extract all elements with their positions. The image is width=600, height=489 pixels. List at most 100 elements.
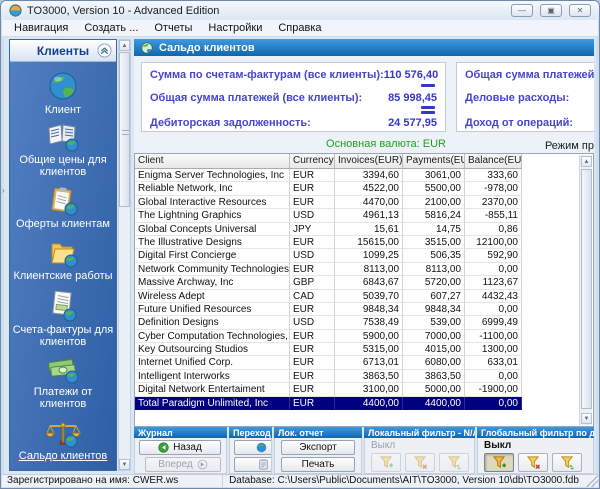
- scroll-up-icon[interactable]: ▲: [119, 40, 130, 51]
- sidebar-item-invoices[interactable]: Счета-фактуры для клиентов: [12, 290, 114, 348]
- table-row[interactable]: The Illustrative DesignsEUR15615,003515,…: [135, 236, 593, 249]
- app-icon: [9, 4, 22, 17]
- sidebar-item-label: Клиентские работы: [13, 270, 112, 282]
- export-button[interactable]: Экспорт: [281, 440, 355, 455]
- table-row[interactable]: Total Paradigm Unlimited, IncEUR4400,004…: [135, 397, 593, 410]
- collapse-chevron-icon[interactable]: [97, 43, 112, 58]
- table-row[interactable]: Massive Archway, IncGBP6843,675720,00112…: [135, 276, 593, 289]
- print-button-label: Печать: [302, 459, 335, 470]
- table-vertical-scrollbar[interactable]: ▲ ▼: [579, 155, 592, 425]
- menu-create[interactable]: Создать ...: [76, 21, 146, 35]
- sidebar-item-client-jobs[interactable]: Клиентские работы: [12, 238, 114, 282]
- sidebar-item-label: Общие цены для клиентов: [12, 154, 114, 178]
- local-filter-group: Локальный фильтр - N/A Выкл: [364, 427, 475, 474]
- summary-value: 85 998,45: [388, 92, 437, 104]
- table-cell: 4961,13: [335, 209, 403, 222]
- resize-grip[interactable]: [585, 475, 598, 487]
- jump-project-button[interactable]: П: [234, 457, 272, 472]
- table-cell: Total Paradigm Unlimited, Inc: [135, 397, 290, 410]
- table-row[interactable]: Intelligent InterworksEUR3863,503863,500…: [135, 370, 593, 383]
- table-row[interactable]: The Lightning GraphicsUSD4961,135816,24-…: [135, 209, 593, 222]
- scroll-up-icon[interactable]: ▲: [581, 156, 592, 167]
- column-header-currency[interactable]: Currency: [290, 154, 335, 169]
- column-header-balance[interactable]: Balance(EUR): [465, 154, 522, 169]
- table-row[interactable]: Network Community TechnologiesEUR8113,00…: [135, 263, 593, 276]
- table-row[interactable]: Internet Unified Corp.EUR6713,016080,006…: [135, 356, 593, 369]
- table-row[interactable]: Enigma Server Technologies, IncEUR3394,6…: [135, 169, 593, 182]
- close-icon[interactable]: ✕: [569, 4, 591, 17]
- table-cell: Wireless Adept: [135, 290, 290, 303]
- table-cell: Intelligent Interworks: [135, 370, 290, 383]
- table-cell: 4015,00: [403, 343, 465, 356]
- page-title: Сальдо клиентов: [159, 42, 255, 54]
- filter-clear-button[interactable]: [405, 453, 435, 472]
- minimize-icon[interactable]: —: [511, 4, 533, 17]
- filter-add-button[interactable]: [371, 453, 401, 472]
- menu-navigation[interactable]: Навигация: [6, 21, 76, 35]
- sidebar-scrollbar[interactable]: ▲ ▼: [118, 39, 131, 471]
- table-cell: Global Interactive Resources: [135, 196, 290, 209]
- table-cell: EUR: [290, 303, 335, 316]
- global-filter-state: Выкл: [484, 440, 511, 451]
- local-filter-group-title: Локальный фильтр - N/A: [364, 427, 475, 438]
- scroll-down-icon[interactable]: ▼: [581, 413, 592, 424]
- database-path: Database: C:\Users\Public\Documents\AIT\…: [223, 475, 585, 487]
- table-cell: -855,11: [465, 209, 522, 222]
- table-cell: 4432,43: [465, 290, 522, 303]
- scrollbar-thumb[interactable]: [581, 169, 592, 409]
- table-row[interactable]: Future Unified ResourcesEUR9848,349848,3…: [135, 303, 593, 316]
- table-row[interactable]: Digital First ConciergeUSD1099,25506,355…: [135, 249, 593, 262]
- sidebar-header: Клиенты: [10, 40, 116, 62]
- filter-add-button[interactable]: [484, 453, 514, 472]
- sidebar-item-offers[interactable]: Оферты клиентам: [12, 186, 114, 230]
- table-row[interactable]: Reliable Network, IncEUR4522,005500,00-9…: [135, 182, 593, 195]
- scroll-down-icon[interactable]: ▼: [119, 459, 130, 470]
- sidebar-item-payments[interactable]: Платежи от клиентов: [12, 356, 114, 410]
- table-row[interactable]: Digital Network EntertaimentEUR3100,0050…: [135, 383, 593, 396]
- sidebar-item-label: Сальдо клиентов: [19, 450, 108, 462]
- print-button[interactable]: Печать: [281, 457, 355, 472]
- sidebar-item-label: Платежи от клиентов: [12, 386, 114, 410]
- filter-clear-button[interactable]: [518, 453, 548, 472]
- filter-refresh-button[interactable]: [552, 453, 582, 472]
- sidebar-header-label: Клиенты: [37, 44, 89, 58]
- jump-client-button[interactable]: Кл: [234, 440, 272, 455]
- table-cell: 592,90: [465, 249, 522, 262]
- table-cell: Digital First Concierge: [135, 249, 290, 262]
- table-cell: Key Outsourcing Studios: [135, 343, 290, 356]
- splitter-arrow-icon[interactable]: ›: [2, 186, 5, 195]
- table-cell: Digital Network Entertaiment: [135, 383, 290, 396]
- sidebar-item-balance[interactable]: Сальдо клиентов: [12, 418, 114, 462]
- scrollbar-thumb[interactable]: [119, 52, 130, 207]
- column-header-payments[interactable]: Payments(EUR): [403, 154, 465, 169]
- menu-help[interactable]: Справка: [270, 21, 329, 35]
- table-row[interactable]: Global Interactive ResourcesEUR4470,0021…: [135, 196, 593, 209]
- forward-button[interactable]: Вперед: [145, 457, 221, 472]
- column-header-invoices[interactable]: Invoices(EUR): [335, 154, 403, 169]
- table-cell: 3515,00: [403, 236, 465, 249]
- sidebar-item-general-prices[interactable]: Общие цены для клиентов: [12, 124, 114, 178]
- jump-group: Переход Кл П: [229, 427, 272, 474]
- table-cell: 3394,60: [335, 169, 403, 182]
- base-currency-label: Основная валюта:: [326, 138, 420, 150]
- back-button[interactable]: Назад: [139, 440, 221, 455]
- table-cell: 4400,00: [403, 397, 465, 410]
- column-header-client[interactable]: Client: [135, 154, 290, 169]
- table-cell: 5039,70: [335, 290, 403, 303]
- table-row[interactable]: Definition DesignsUSD7538,49539,006999,4…: [135, 316, 593, 329]
- table-cell: EUR: [290, 169, 335, 182]
- table-row[interactable]: Wireless AdeptCAD5039,70607,274432,43: [135, 290, 593, 303]
- table-cell: Network Community Technologies: [135, 263, 290, 276]
- table-row[interactable]: Key Outsourcing StudiosEUR5315,004015,00…: [135, 343, 593, 356]
- sidebar-item-client[interactable]: Клиент: [12, 70, 114, 116]
- table-row[interactable]: Global Concepts UniversalJPY15,6114,750,…: [135, 223, 593, 236]
- price-book-icon: [46, 124, 80, 152]
- table-header-row: Client Currency Invoices(EUR) Payments(E…: [135, 154, 593, 169]
- menu-settings[interactable]: Настройки: [200, 21, 270, 35]
- table-row[interactable]: Cyber Computation Technologies, IncEUR59…: [135, 330, 593, 343]
- table-cell: JPY: [290, 223, 335, 236]
- menu-reports[interactable]: Отчеты: [146, 21, 200, 35]
- local-report-group-title: Лок. отчет: [274, 427, 362, 438]
- maximize-icon[interactable]: ▣: [540, 4, 562, 17]
- filter-refresh-button[interactable]: [439, 453, 469, 472]
